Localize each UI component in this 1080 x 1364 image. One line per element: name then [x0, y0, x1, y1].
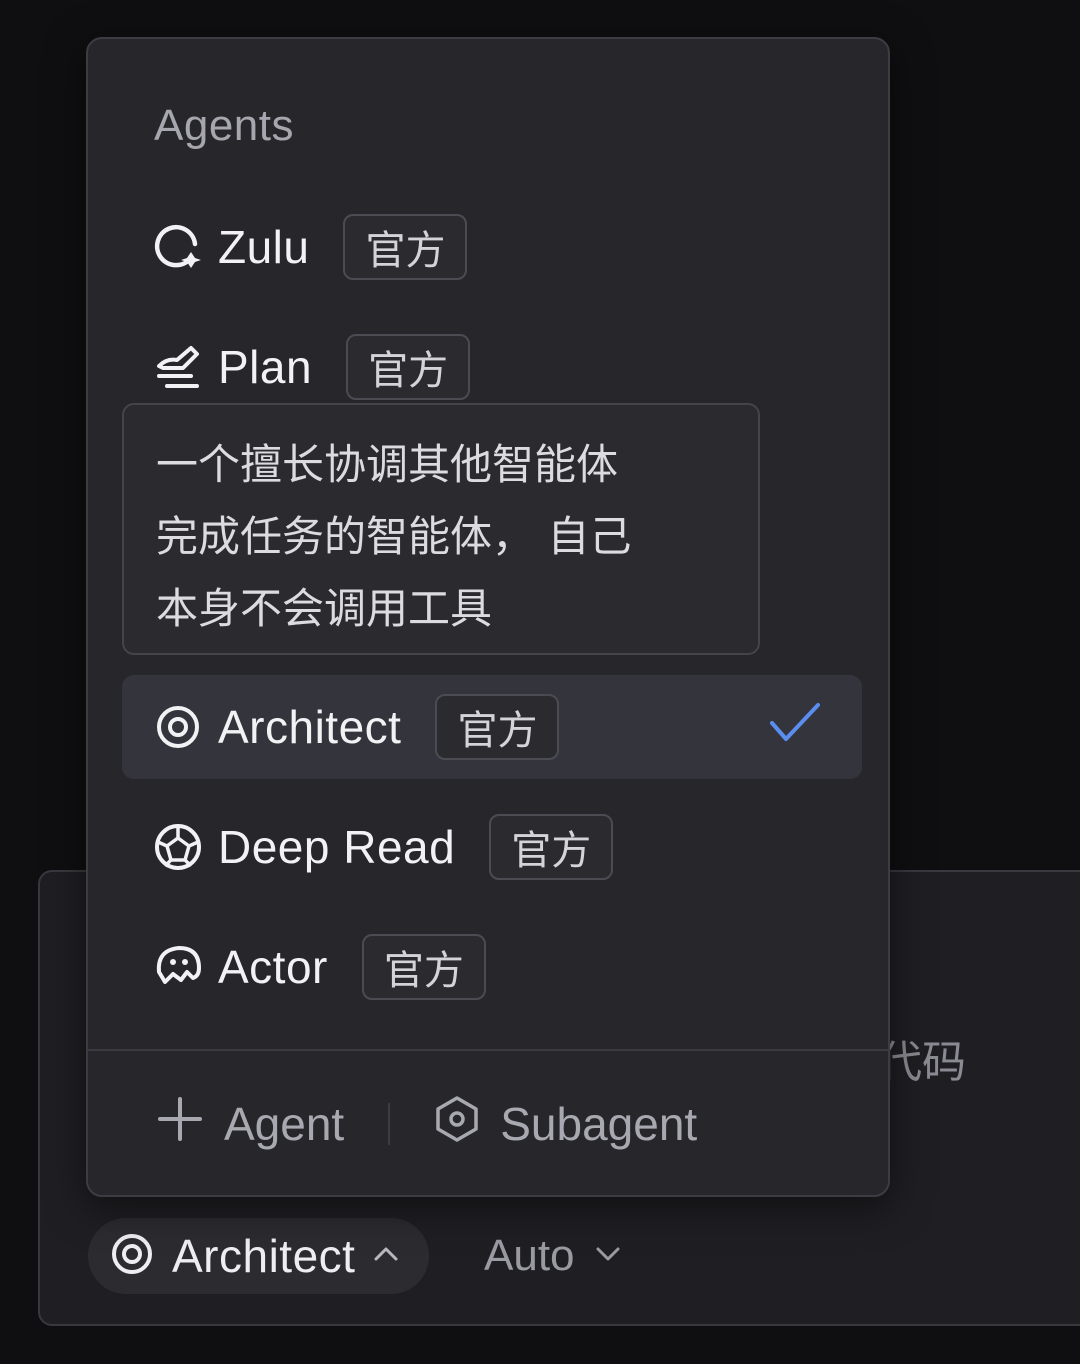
plan-icon	[152, 341, 204, 393]
model-selector[interactable]: Auto	[484, 1218, 621, 1294]
tooltip-line: 完成任务的智能体， 自己	[156, 512, 632, 561]
agent-description-tooltip: 一个擅长协调其他智能体 完成任务的智能体， 自己 本身不会调用工具	[122, 403, 760, 655]
subagent-label: Subagent	[500, 1098, 698, 1150]
official-badge: 官方	[489, 814, 614, 880]
hexagon-icon	[434, 1095, 480, 1154]
plus-icon	[156, 1095, 204, 1154]
model-selector-label: Auto	[484, 1231, 575, 1280]
deep-read-icon	[152, 821, 204, 873]
official-badge: 官方	[346, 334, 471, 400]
agents-dropdown: Agents Zulu 官方 Plan 官方 Architect 官方 Deep…	[86, 37, 890, 1197]
dropdown-footer: Agent Subagent	[88, 1051, 888, 1197]
tooltip-line: 本身不会调用工具	[156, 584, 493, 633]
agent-name: Deep Read	[218, 821, 456, 873]
tooltip-line: 一个擅长协调其他智能体	[156, 440, 619, 489]
agent-mode-selector[interactable]: Architect	[88, 1218, 430, 1294]
actor-icon	[152, 941, 204, 993]
agent-name: Actor	[218, 941, 328, 993]
agent-item-zulu[interactable]: Zulu 官方	[122, 195, 862, 299]
target-icon	[152, 701, 204, 753]
add-agent-label: Agent	[224, 1098, 345, 1150]
agent-name: Plan	[218, 341, 313, 393]
agent-name: Architect	[218, 701, 402, 753]
screen: 代码 Architect Auto Agents Zulu 官方 Plan 官方…	[0, 0, 1080, 1364]
agent-name: Zulu	[218, 221, 310, 273]
agent-mode-label: Architect	[172, 1230, 356, 1282]
add-agent-button[interactable]: Agent	[156, 1095, 344, 1154]
official-badge: 官方	[343, 214, 468, 280]
official-badge: 官方	[435, 694, 560, 760]
input-placeholder-text: 代码	[878, 1037, 966, 1088]
zulu-icon	[152, 221, 204, 273]
chevron-down-icon	[595, 1245, 621, 1268]
agent-item-actor[interactable]: Actor 官方	[122, 915, 862, 1019]
agent-item-deep-read[interactable]: Deep Read 官方	[122, 795, 862, 899]
footer-separator	[388, 1103, 391, 1145]
checkmark-icon	[768, 701, 822, 750]
agents-section-title: Agents	[154, 101, 294, 150]
official-badge: 官方	[361, 934, 486, 1000]
add-subagent-button[interactable]: Subagent	[434, 1095, 697, 1154]
chevron-up-icon	[373, 1245, 399, 1268]
target-icon	[110, 1232, 154, 1281]
agent-item-architect[interactable]: Architect 官方	[122, 675, 862, 779]
